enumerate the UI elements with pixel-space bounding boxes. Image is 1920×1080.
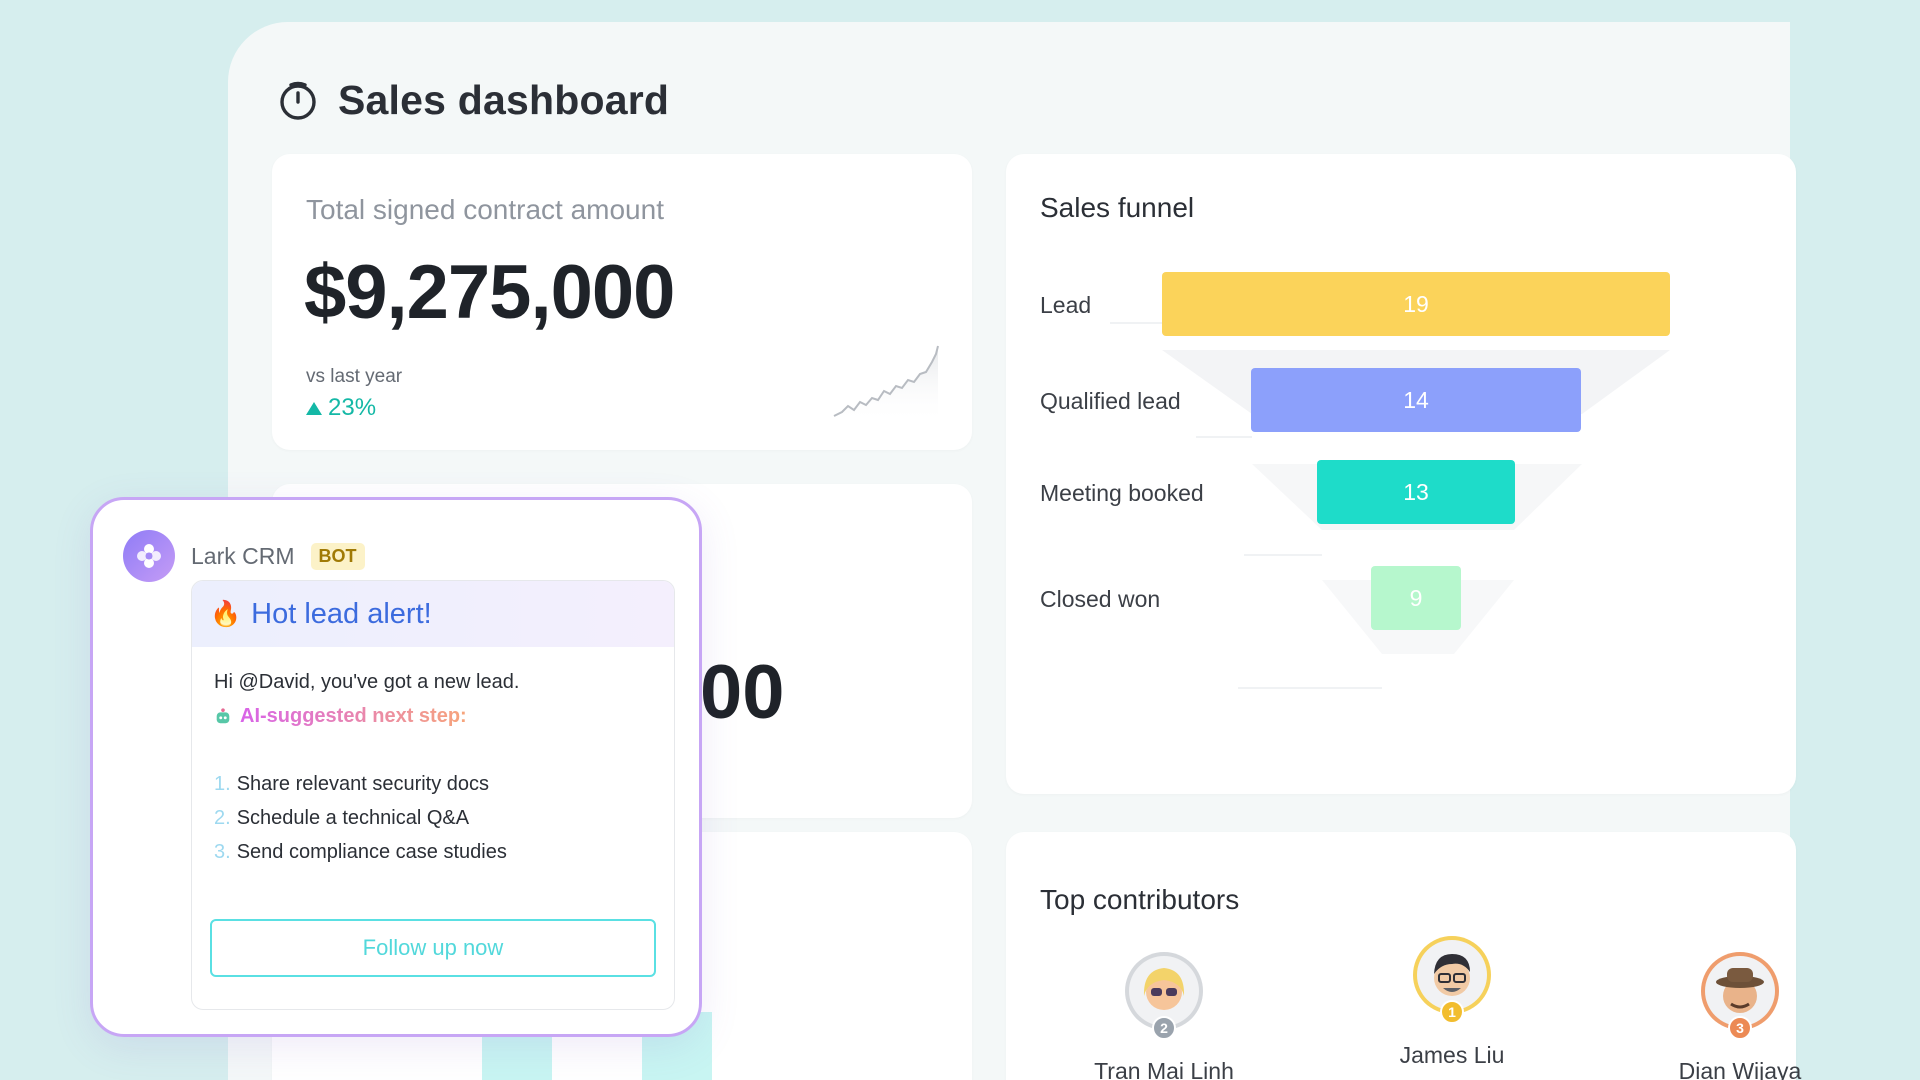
contributor-card[interactable]: 3 Dian Wijaya xyxy=(1640,952,1840,1080)
rank-badge: 2 xyxy=(1152,1016,1176,1040)
contributors-title: Top contributors xyxy=(1040,884,1240,915)
ai-robot-icon xyxy=(216,708,230,724)
funnel-stage-label: Lead xyxy=(1040,292,1092,318)
funnel-stage-label: Qualified lead xyxy=(1040,388,1181,414)
alert-title: Hot lead alert! xyxy=(251,597,432,630)
funnel-stage-label: Meeting booked xyxy=(1040,480,1204,506)
dashboard-header: Sales dashboard xyxy=(276,77,669,124)
page-title: Sales dashboard xyxy=(338,77,670,123)
vs-last-year-label: vs last year xyxy=(306,366,403,387)
trend-sparkline xyxy=(833,345,939,424)
fire-icon: 🔥 xyxy=(210,599,242,628)
follow-up-button[interactable]: Follow up now xyxy=(210,919,656,977)
contributor-name: Tran Mai Linh xyxy=(1094,1058,1234,1080)
bot-header: Lark CRM BOT xyxy=(123,530,365,582)
ai-suggestion-heading: AI-suggested next step: xyxy=(214,699,652,733)
contract-amount: $9,275,000 xyxy=(304,250,675,335)
rank-badge: 1 xyxy=(1440,1000,1464,1024)
top-contributors-card[interactable]: Top contributors 2 Tran Mai Linh 1 James… xyxy=(1006,832,1801,1080)
next-steps-list: 1. Share relevant security docs 2. Schedul… xyxy=(214,767,652,869)
contract-label: Total signed contract amount xyxy=(306,194,664,225)
bot-message-card[interactable]: Lark CRM BOT 🔥 Hot lead alert! Hi @David… xyxy=(90,497,702,1037)
avatar: 2 xyxy=(1125,952,1203,1040)
avatar: 3 xyxy=(1701,952,1779,1040)
contributor-card[interactable]: 2 Tran Mai Linh xyxy=(1064,952,1264,1080)
contributor-name: James Liu xyxy=(1399,1042,1505,1068)
greeting-text: Hi @David, you've got a new lead. xyxy=(214,671,520,693)
contract-amount-card[interactable]: Total signed contract amount $9,275,000 … xyxy=(272,154,972,450)
ai-suggestion-label: AI-suggested next step: xyxy=(240,699,467,733)
bot-name: Lark CRM xyxy=(191,542,295,569)
funnel-bar[interactable]: 19 xyxy=(1162,272,1670,336)
contributor-name: Dian Wijaya xyxy=(1678,1058,1802,1080)
lark-crm-logo-icon xyxy=(123,530,175,582)
avatar: 1 xyxy=(1413,936,1491,1024)
contributor-card[interactable]: 1 James Liu xyxy=(1352,936,1552,1069)
bot-badge: BOT xyxy=(310,542,365,570)
rank-badge: 3 xyxy=(1728,1016,1752,1040)
funnel-bar[interactable]: 13 xyxy=(1316,460,1516,524)
secondary-metric-value: 00 xyxy=(700,650,785,735)
timer-icon xyxy=(280,81,316,120)
sales-funnel-card[interactable]: Sales funnel Lead 19 Qualified lead 14 Meeti… xyxy=(1006,154,1796,794)
growth-indicator: 23% xyxy=(306,394,376,422)
growth-value: 23% xyxy=(328,394,377,421)
list-item: 3. Send compliance case studies xyxy=(214,841,507,863)
list-item: 2. Schedule a technical Q&A xyxy=(214,807,470,829)
alert-body: Hi @David, you've got a new lead. AI-sug… xyxy=(192,647,674,887)
up-arrow-icon xyxy=(306,401,322,415)
funnel-bar[interactable]: 14 xyxy=(1250,368,1582,432)
funnel-bar[interactable]: 9 xyxy=(1371,566,1461,630)
funnel-stage-label: Closed won xyxy=(1040,586,1161,612)
list-item: 1. Share relevant security docs xyxy=(214,773,490,795)
hot-lead-alert: 🔥 Hot lead alert! Hi @David, you've got … xyxy=(191,580,675,1010)
alert-header: 🔥 Hot lead alert! xyxy=(192,581,674,647)
